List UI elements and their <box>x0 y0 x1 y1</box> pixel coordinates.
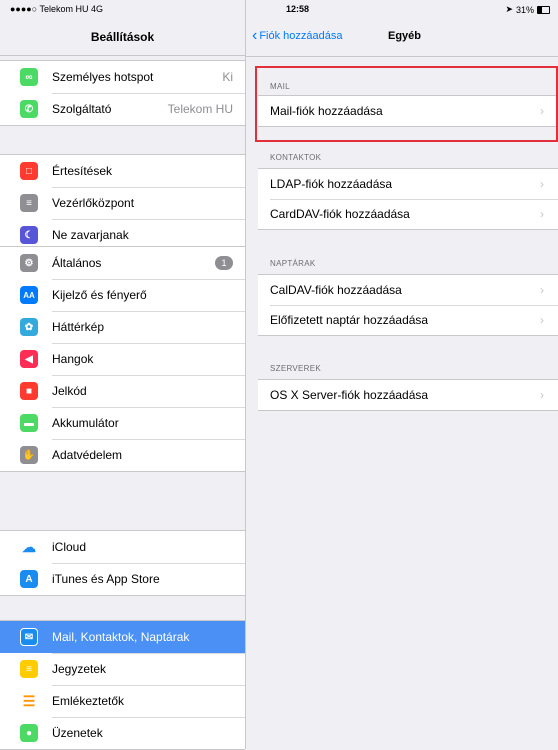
chevron-right-icon: › <box>540 388 544 402</box>
sidebar-item-label: Mail, Kontaktok, Naptárak <box>52 630 190 644</box>
sidebar-item-display[interactable]: AA Kijelző és fényerő <box>0 279 245 311</box>
sidebar-item-value: Ki <box>222 70 233 84</box>
add-subscribed-calendar-row[interactable]: Előfizetett naptár hozzáadása › <box>258 305 558 335</box>
sidebar-item-label: iCloud <box>52 540 87 554</box>
sidebar-item-label: iTunes és App Store <box>52 572 160 586</box>
sidebar-item-reminders[interactable]: ☰ Emlékeztetők <box>0 685 245 717</box>
battery-icon: ▬ <box>20 414 38 432</box>
carrier-label: ●●●●○ Telekom HU 4G <box>10 4 104 14</box>
chevron-right-icon: › <box>540 283 544 297</box>
battery-indicator: ➤ 31% <box>505 4 550 15</box>
row-label: CardDAV-fiók hozzáadása <box>270 207 410 221</box>
sidebar-item-label: Háttérkép <box>52 320 105 334</box>
section-calendars: CalDAV-fiók hozzáadása › Előfizetett nap… <box>258 274 558 336</box>
sidebar-title: Beállítások <box>90 30 155 44</box>
back-label: Fiók hozzáadása <box>259 30 343 42</box>
sidebar-item-mail[interactable]: ✉ Mail, Kontaktok, Naptárak <box>0 621 245 653</box>
sidebar-item-battery[interactable]: ▬ Akkumulátor <box>0 407 245 439</box>
add-caldav-account-row[interactable]: CalDAV-fiók hozzáadása › <box>258 275 558 305</box>
sidebar-item-label: Emlékeztetők <box>52 694 125 708</box>
app-store-icon: A <box>20 570 38 588</box>
chevron-left-icon: ‹ <box>252 27 258 44</box>
split-divider <box>245 0 246 749</box>
sidebar-group-apps: ✉ Mail, Kontaktok, Naptárak ≡ Jegyzetek … <box>0 620 245 750</box>
sidebar-item-label: Ne zavarjanak <box>52 228 129 242</box>
sidebar-item-control-center[interactable]: ≡ Vezérlőközpont <box>0 187 245 219</box>
battery-icon <box>537 5 550 14</box>
sidebar-item-label: Általános <box>52 256 102 270</box>
row-label: OS X Server-fiók hozzáadása <box>270 388 429 402</box>
sidebar-item-notes[interactable]: ≡ Jegyzetek <box>0 653 245 685</box>
sidebar-item-label: Kijelző és fényerő <box>52 288 147 302</box>
status-bar: ●●●●○ Telekom HU 4G 12:58 ➤ 31% <box>0 0 558 18</box>
chevron-right-icon: › <box>540 207 544 221</box>
sidebar-item-hotspot[interactable]: ∞ Személyes hotspot Ki <box>0 61 245 93</box>
hotspot-icon: ∞ <box>20 68 38 86</box>
section-header-calendars: NAPTÁRAK <box>270 259 316 268</box>
sidebar-item-general[interactable]: ⚙ Általános 1 <box>0 247 245 279</box>
row-label: Előfizetett naptár hozzáadása <box>270 313 429 327</box>
sidebar-item-label: Értesítések <box>52 164 113 178</box>
moon-icon: ☾ <box>20 226 38 244</box>
sidebar-item-label: Személyes hotspot <box>52 70 154 84</box>
sidebar: Beállítások ∞ Személyes hotspot Ki ✆ Szo… <box>0 0 245 750</box>
section-header-contacts: KONTAKTOK <box>270 153 322 162</box>
sidebar-item-wallpaper[interactable]: ✿ Háttérkép <box>0 311 245 343</box>
sidebar-item-carrier[interactable]: ✆ Szolgáltató Telekom HU <box>0 93 245 125</box>
chevron-right-icon: › <box>540 177 544 191</box>
lock-icon: ■ <box>20 382 38 400</box>
sidebar-item-label: Üzenetek <box>52 726 103 740</box>
sidebar-item-label: Akkumulátor <box>52 416 119 430</box>
sidebar-item-notifications[interactable]: □ Értesítések <box>0 155 245 187</box>
sidebar-item-label: Vezérlőközpont <box>52 196 135 210</box>
phone-icon: ✆ <box>20 100 38 118</box>
chevron-right-icon: › <box>540 313 544 327</box>
sound-icon: ◀ <box>20 350 38 368</box>
sidebar-item-itunes[interactable]: A iTunes és App Store <box>0 563 245 595</box>
sidebar-group-accounts: ☁ iCloud A iTunes és App Store <box>0 530 245 596</box>
battery-percent: 31% <box>515 4 534 15</box>
navigation-bar: ‹ Fiók hozzáadása Egyéb <box>246 18 558 57</box>
cloud-icon: ☁ <box>20 538 38 556</box>
gear-icon: ⚙ <box>20 254 38 272</box>
sidebar-group-network: ∞ Személyes hotspot Ki ✆ Szolgáltató Tel… <box>0 60 245 126</box>
location-icon: ➤ <box>505 4 513 14</box>
sidebar-item-label: Adatvédelem <box>52 448 123 462</box>
notification-badge: 1 <box>215 256 233 270</box>
section-contacts: LDAP-fiók hozzáadása › CardDAV-fiók hozz… <box>258 168 558 230</box>
row-label: LDAP-fiók hozzáadása <box>270 177 393 191</box>
mail-icon: ✉ <box>20 628 38 646</box>
add-osx-server-account-row[interactable]: OS X Server-fiók hozzáadása › <box>258 380 558 410</box>
sidebar-item-messages[interactable]: ● Üzenetek <box>0 717 245 749</box>
sidebar-item-label: Hangok <box>52 352 94 366</box>
section-servers: OS X Server-fiók hozzáadása › <box>258 379 558 411</box>
hand-icon: ✋ <box>20 446 38 464</box>
clock: 12:58 <box>286 4 310 14</box>
add-carddav-account-row[interactable]: CardDAV-fiók hozzáadása › <box>258 199 558 229</box>
reminders-icon: ☰ <box>20 692 38 710</box>
sidebar-item-label: Jegyzetek <box>52 662 107 676</box>
wallpaper-icon: ✿ <box>20 318 38 336</box>
page-title: Egyéb <box>388 30 422 42</box>
sidebar-item-label: Szolgáltató <box>52 102 112 116</box>
messages-icon: ● <box>20 724 38 742</box>
add-ldap-account-row[interactable]: LDAP-fiók hozzáadása › <box>258 169 558 199</box>
sidebar-item-sounds[interactable]: ◀ Hangok <box>0 343 245 375</box>
sidebar-item-privacy[interactable]: ✋ Adatvédelem <box>0 439 245 471</box>
divider <box>0 55 245 56</box>
sidebar-group-general: ⚙ Általános 1 AA Kijelző és fényerő ✿ Há… <box>0 246 245 472</box>
highlight-box <box>255 66 558 142</box>
notes-icon: ≡ <box>20 660 38 678</box>
sidebar-item-value: Telekom HU <box>167 102 233 116</box>
sidebar-item-passcode[interactable]: ■ Jelkód <box>0 375 245 407</box>
sidebar-item-label: Jelkód <box>52 384 87 398</box>
back-button[interactable]: ‹ Fiók hozzáadása <box>252 27 343 44</box>
control-center-icon: ≡ <box>20 194 38 212</box>
sidebar-group-system: □ Értesítések ≡ Vezérlőközpont ☾ Ne zava… <box>0 154 245 252</box>
display-icon: AA <box>20 286 38 304</box>
sidebar-item-icloud[interactable]: ☁ iCloud <box>0 531 245 563</box>
notifications-icon: □ <box>20 162 38 180</box>
row-label: CalDAV-fiók hozzáadása <box>270 283 402 297</box>
section-header-servers: SZERVEREK <box>270 364 322 373</box>
